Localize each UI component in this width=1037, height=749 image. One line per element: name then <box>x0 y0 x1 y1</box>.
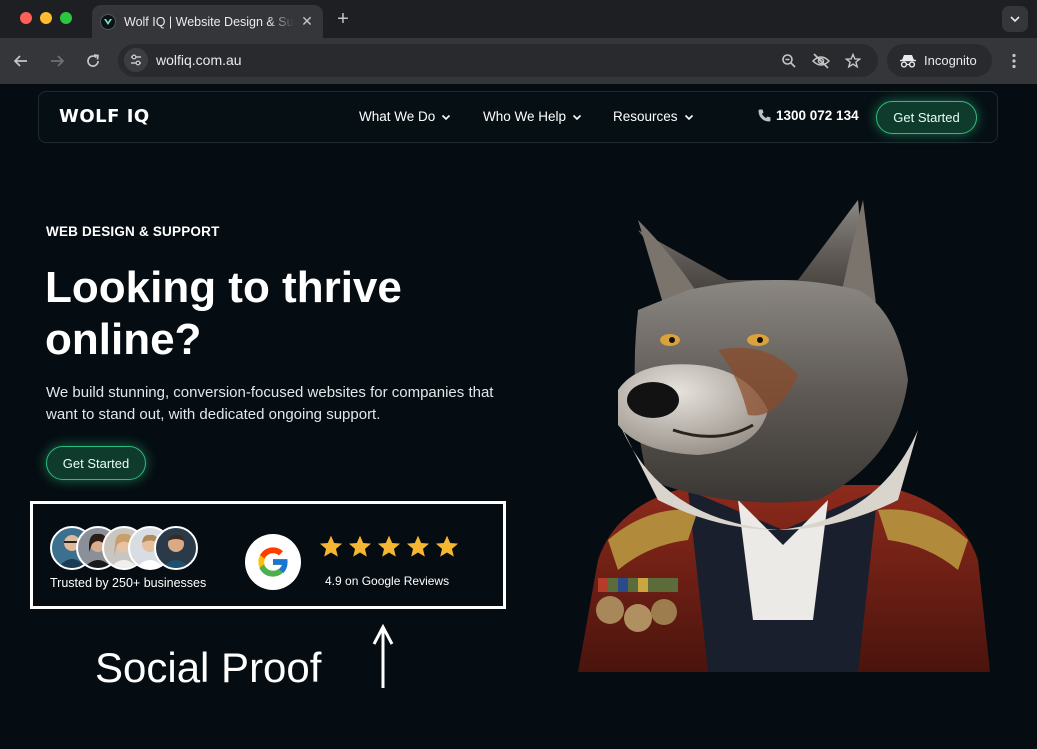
star-rating <box>318 534 460 560</box>
browser-menu-button[interactable] <box>1004 51 1024 71</box>
hero-get-started-button[interactable]: Get Started <box>46 446 146 480</box>
tab-title: Wolf IQ | Website Design & Support <box>124 14 294 29</box>
bookmark-star-icon[interactable] <box>844 52 862 70</box>
site-navbar: WOLF IQ What We Do Who We Help Resources… <box>38 91 998 143</box>
forward-button[interactable] <box>47 51 67 71</box>
reload-button[interactable] <box>83 51 103 71</box>
browser-tab[interactable]: Wolf IQ | Website Design & Support ✕ <box>92 5 323 38</box>
maximize-window-button[interactable] <box>60 12 72 24</box>
back-button[interactable] <box>11 51 31 71</box>
chevron-down-icon <box>442 114 451 120</box>
star-icon <box>435 535 459 557</box>
phone-icon <box>758 109 771 122</box>
nav-item-label: Who We Help <box>483 109 567 124</box>
tab-close-icon[interactable]: ✕ <box>299 13 315 30</box>
tab-search-button[interactable] <box>1002 6 1028 32</box>
chevron-down-icon <box>1010 16 1020 23</box>
kebab-menu-icon <box>1012 53 1016 69</box>
arrow-up-icon <box>372 624 394 688</box>
reload-icon <box>87 54 99 67</box>
nav-get-started-button[interactable]: Get Started <box>876 101 977 134</box>
url-text[interactable]: wolfiq.com.au <box>156 52 242 68</box>
nav-item-who-we-help[interactable]: Who We Help <box>483 109 582 124</box>
nav-item-label: Resources <box>613 109 678 124</box>
client-avatars <box>50 526 200 570</box>
wolf-iq-logo[interactable]: WOLF IQ <box>59 106 150 127</box>
wolf-favicon-icon <box>100 13 116 30</box>
address-bar[interactable]: wolfiq.com.au <box>118 44 878 77</box>
eye-off-icon[interactable] <box>812 52 830 70</box>
phone-link[interactable]: 1300 072 134 <box>757 108 859 123</box>
google-rating-text: 4.9 on Google Reviews <box>325 574 450 588</box>
incognito-label: Incognito <box>924 53 977 68</box>
hero-headline-line1: Looking to thrive <box>45 263 402 312</box>
browser-titlebar: Wolf IQ | Website Design & Support ✕ + <box>0 0 1037 38</box>
chevron-down-icon <box>684 114 693 120</box>
hero-headline: Looking to thrive online? <box>45 262 525 366</box>
nav-item-what-we-do[interactable]: What We Do <box>359 109 451 124</box>
incognito-icon <box>900 54 916 68</box>
hero-eyebrow: WEB DESIGN & SUPPORT <box>46 224 220 239</box>
wolf-portrait-image <box>578 200 990 672</box>
site-settings-icon[interactable] <box>124 48 148 72</box>
nav-item-resources[interactable]: Resources <box>613 109 694 124</box>
browser-toolbar: wolfiq.com.au Incognito <box>0 38 1037 84</box>
arrow-left-icon <box>13 55 27 67</box>
minimize-window-button[interactable] <box>40 12 52 24</box>
close-window-button[interactable] <box>20 12 32 24</box>
star-icon <box>348 535 372 557</box>
nav-item-label: What We Do <box>359 109 436 124</box>
star-icon <box>406 535 430 557</box>
social-proof-annotation: Social Proof <box>95 644 322 691</box>
hero-headline-line2: online? <box>45 315 202 364</box>
web-page: WOLF IQ What We Do Who We Help Resources… <box>0 84 1037 749</box>
new-tab-button[interactable]: + <box>333 8 353 31</box>
arrow-right-icon <box>51 55 65 67</box>
hero-subtext: We build stunning, conversion-focused we… <box>46 384 494 423</box>
trusted-by-text: Trusted by 250+ businesses <box>50 576 207 590</box>
incognito-indicator[interactable]: Incognito <box>887 44 992 77</box>
star-icon <box>319 535 343 557</box>
chevron-down-icon <box>572 114 582 120</box>
social-proof-box: Trusted by 250+ businesses 4.9 on Google… <box>30 501 506 609</box>
google-logo-icon <box>245 534 301 590</box>
avatar <box>154 526 198 570</box>
star-icon <box>377 535 401 557</box>
phone-number: 1300 072 134 <box>776 108 859 123</box>
zoom-icon[interactable] <box>780 52 798 70</box>
